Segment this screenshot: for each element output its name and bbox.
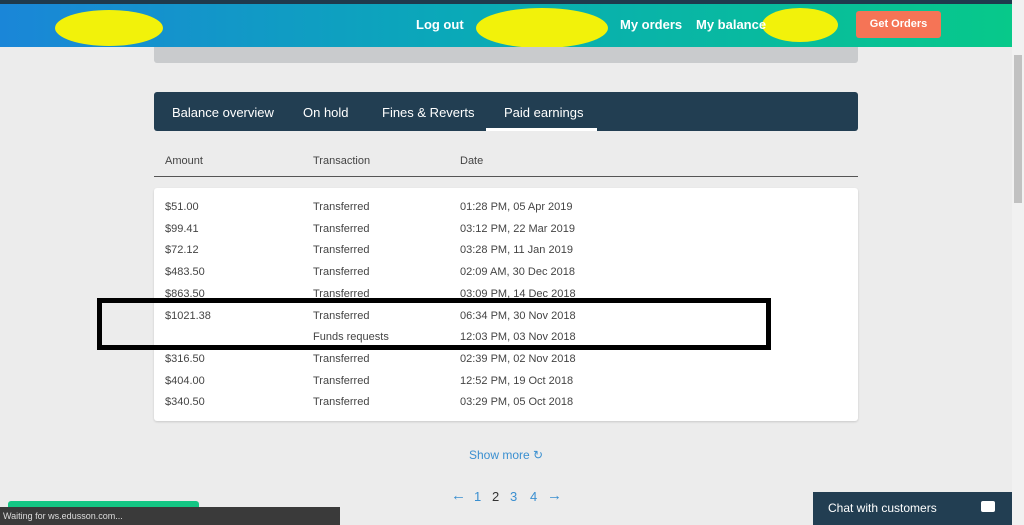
transaction-cell: Transferred [313,201,370,213]
next-page-arrow-icon[interactable]: → [547,487,562,504]
top-navbar: Log out My orders My balance Get Orders [0,0,1024,48]
transaction-cell: Transferred [313,244,370,257]
show-more-link[interactable]: Show more ↻ [469,448,543,462]
header-date: Date [460,155,484,167]
header-divider [154,176,858,177]
amount-cell: $404.00 [165,374,205,387]
my-balance-link[interactable]: My balance [696,17,766,32]
get-orders-button[interactable]: Get Orders [856,11,941,38]
amount-cell: $483.50 [165,266,205,279]
amount-cell: $99.41 [165,222,199,235]
redaction-mark [476,8,608,48]
table-row: $72.12 Transferred 03:28 PM, 11 Jan 2019 [154,244,858,265]
transaction-cell: Transferred [313,374,370,387]
header-amount: Amount [165,155,203,167]
date-cell: 01:28 PM, 05 Apr 2019 [460,201,573,213]
chat-label: Chat with customers [828,501,937,515]
table-row: $316.50 Transferred 02:39 PM, 02 Nov 2018 [154,353,858,374]
page-3[interactable]: 3 [510,489,517,504]
table-row: $51.00 Transferred 01:28 PM, 05 Apr 2019 [154,201,858,222]
tab-paid-earnings[interactable]: Paid earnings [504,105,584,120]
active-tab-indicator [486,128,597,131]
amount-cell: $51.00 [165,201,199,213]
date-cell: 12:52 PM, 19 Oct 2018 [460,374,574,387]
top-strip [0,0,1024,4]
transaction-cell: Transferred [313,222,370,235]
chat-bubble-icon [981,501,995,512]
table-row: $483.50 Transferred 02:09 AM, 30 Dec 2018 [154,266,858,287]
page-1[interactable]: 1 [474,489,481,504]
my-orders-link[interactable]: My orders [620,17,682,32]
browser-status-bar: Waiting for ws.edusson.com... [0,507,340,525]
table-row: $404.00 Transferred 12:52 PM, 19 Oct 2018 [154,375,858,396]
tab-on-hold[interactable]: On hold [303,105,349,120]
transaction-cell: Transferred [313,352,370,365]
transaction-cell: Transferred [313,266,370,279]
amount-cell: $72.12 [165,244,199,257]
table-row: $99.41 Transferred 03:12 PM, 22 Mar 2019 [154,223,858,244]
header-transaction: Transaction [313,155,371,167]
date-cell: 03:29 PM, 05 Oct 2018 [460,396,574,409]
redaction-mark [762,8,838,42]
amount-cell: $316.50 [165,352,205,365]
date-cell: 03:12 PM, 22 Mar 2019 [460,222,575,235]
highlight-box [97,298,771,350]
transaction-cell: Transferred [313,396,370,409]
summary-panel [154,47,858,63]
date-cell: 02:09 AM, 30 Dec 2018 [460,266,575,279]
scrollbar-thumb[interactable] [1014,55,1022,203]
balance-tabs: Balance overview On hold Fines & Reverts… [154,92,858,131]
logout-link[interactable]: Log out [416,17,464,32]
table-row: $340.50 Transferred 03:29 PM, 05 Oct 2018 [154,396,858,417]
amount-cell: $340.50 [165,396,205,409]
page-2-current: 2 [492,489,500,504]
redaction-mark [55,10,163,46]
date-cell: 02:39 PM, 02 Nov 2018 [460,352,576,365]
date-cell: 03:28 PM, 11 Jan 2019 [460,244,573,257]
prev-page-arrow-icon[interactable]: ← [451,487,466,504]
chat-with-customers-button[interactable]: Chat with customers [813,492,1012,525]
page-4[interactable]: 4 [530,489,537,504]
tab-fines-reverts[interactable]: Fines & Reverts [382,105,474,120]
tab-balance-overview[interactable]: Balance overview [172,105,274,120]
